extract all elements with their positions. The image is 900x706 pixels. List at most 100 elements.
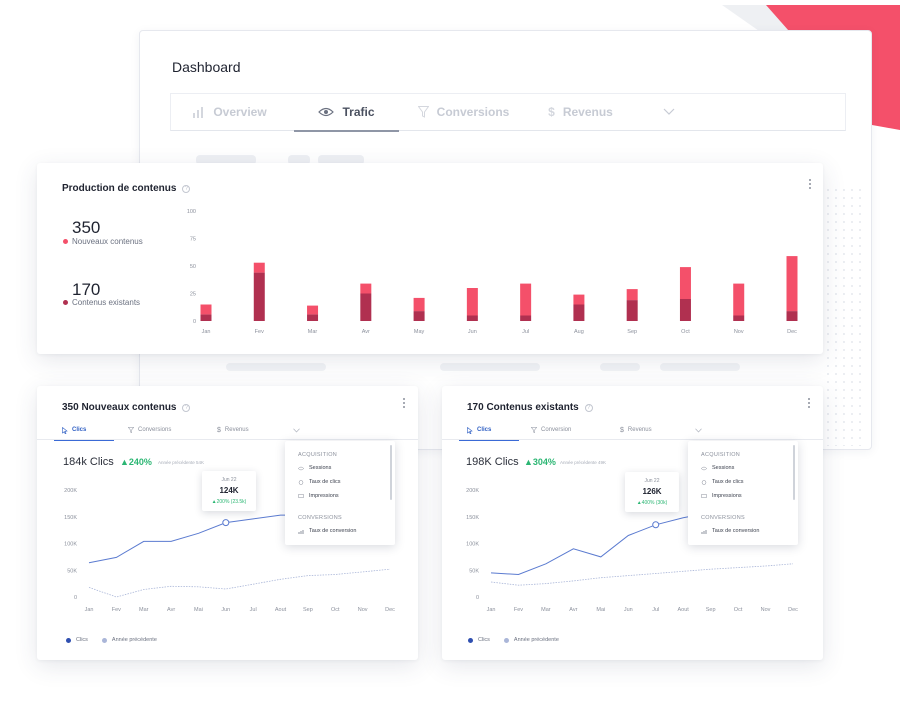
y-tick-label: 50 — [190, 264, 196, 270]
x-tick-label: Nov — [734, 329, 744, 335]
dropdown-scrollbar[interactable] — [390, 445, 392, 500]
bar-chart-icon — [193, 106, 204, 118]
stage: Dashboard Overview Trafic Conversions $ … — [0, 0, 900, 706]
y-tick-label: 100K — [64, 542, 77, 548]
placeholder-bar — [226, 363, 326, 371]
bar-segment — [520, 315, 532, 321]
dropdown-scrollbar[interactable] — [793, 445, 795, 500]
dropdown-item-label: Taux de clics — [712, 479, 744, 485]
bar-segment — [733, 315, 745, 321]
tab-trafic[interactable]: Trafic — [288, 94, 405, 132]
tabs-more-button[interactable] — [639, 94, 699, 130]
legend-item[interactable]: Année précédente — [101, 637, 157, 643]
tooltip-date: Jun 22 — [221, 477, 237, 483]
tooltip-value: 126K — [642, 487, 662, 496]
x-tick-label: Fev — [514, 607, 523, 613]
x-tick-label: Sep — [303, 607, 313, 613]
bar-segment — [466, 288, 478, 316]
tab-revenus[interactable]: $ Revenus — [522, 94, 639, 130]
x-tick-label: Dec — [788, 607, 798, 613]
dropdown-item-taux-de-conversion[interactable]: Taux de conversion — [701, 528, 759, 534]
production-bar-chart: 0 25 50 75 100 Jan Fev Mar Avr May Jun Jul Aug Sep Oct… — [187, 209, 798, 335]
x-tick-label: Jul — [250, 607, 257, 613]
y-tick-label: 100K — [466, 542, 479, 548]
dropdown-item-taux-de-conversion[interactable]: Taux de conversion — [298, 528, 356, 534]
tooltip-delta: ▲200% (23.5k) — [211, 499, 247, 505]
series-line-previous-year — [490, 563, 794, 586]
x-tick-label: Jun — [221, 607, 230, 613]
y-tick-label: 100 — [187, 209, 196, 215]
x-tick-label: Nov — [358, 607, 368, 613]
x-tick-label: Aout — [275, 607, 287, 613]
dropdown-item-label: Sessions — [309, 465, 332, 471]
placeholder-bar — [600, 363, 640, 371]
dropdown-item-taux-de-clics[interactable]: Taux de clics — [298, 479, 341, 485]
tab-label: Revenus — [562, 105, 613, 119]
dropdown-item-label: Taux de conversion — [309, 528, 357, 534]
metric-dropdown: ACQUISITION Sessions Taux de clics Impre… — [688, 441, 798, 545]
x-tick-label: Oct — [734, 607, 743, 613]
x-tick-label: Sep — [627, 329, 637, 335]
legend-item[interactable]: Clics — [468, 637, 490, 643]
bar-segment — [466, 315, 478, 321]
bar-chart-icon — [298, 529, 304, 534]
y-tick-label: 0 — [74, 595, 77, 601]
y-tick-label: 25 — [190, 292, 196, 298]
decorative-dot-grid — [824, 186, 864, 446]
bar-segment — [520, 283, 532, 316]
x-tick-label: Dec — [385, 607, 395, 613]
tab-conversions[interactable]: Conversions — [405, 94, 522, 130]
dropdown-item-impressions[interactable]: Impressions — [298, 493, 339, 499]
monitor-icon — [298, 493, 304, 498]
dropdown-item-label: Taux de clics — [309, 479, 341, 485]
series-line-previous-year — [88, 568, 391, 598]
placeholder-bar — [440, 363, 540, 371]
dropdown-heading: CONVERSIONS — [298, 515, 342, 521]
x-tick-label: Fev — [112, 607, 121, 613]
target-icon — [298, 479, 304, 485]
dropdown-item-sessions[interactable]: Sessions — [701, 465, 734, 471]
y-tick-label: 0 — [476, 595, 479, 601]
bar-segment — [413, 311, 425, 321]
x-tick-label: Jan — [202, 329, 211, 335]
chart-tooltip: Jun 22 126K ▲400% (30k) — [625, 472, 679, 512]
main-tabs: Overview Trafic Conversions $ Revenus — [170, 93, 846, 132]
tooltip-delta: ▲400% (30k) — [636, 500, 668, 506]
dropdown-heading: ACQUISITION — [298, 452, 338, 458]
tab-overview[interactable]: Overview — [171, 94, 288, 130]
chevron-down-icon — [663, 108, 675, 115]
x-tick-label: May — [414, 329, 425, 335]
x-tick-label: Oct — [331, 607, 340, 613]
dropdown-item-label: Taux de conversion — [712, 528, 760, 534]
legend-dot — [468, 637, 473, 643]
new-content-card: 350 Nouveaux contenus ? Clics Conversion… — [37, 386, 418, 660]
chart-legend: Clics Année précédente — [66, 637, 157, 643]
placeholder-bar — [660, 363, 740, 371]
tab-label: Overview — [213, 105, 267, 119]
y-tick-label: 150K — [64, 515, 77, 521]
bar-segment — [626, 300, 638, 321]
bar-segment — [733, 283, 745, 316]
bar-segment — [360, 293, 372, 321]
bar-segment — [626, 289, 638, 301]
legend-label: Clics — [478, 637, 490, 643]
legend-item[interactable]: Année précédente — [503, 637, 559, 643]
dropdown-item-taux-de-clics[interactable]: Taux de clics — [701, 479, 744, 485]
tooltip-value: 124K — [219, 486, 239, 495]
dropdown-item-sessions[interactable]: Sessions — [298, 465, 331, 471]
eye-icon — [298, 466, 304, 470]
x-tick-label: Jun — [468, 329, 477, 335]
dropdown-item-label: Impressions — [309, 493, 339, 499]
tab-label: Conversions — [436, 105, 510, 119]
x-tick-label: Aout — [678, 607, 690, 613]
legend-label: Année précédente — [111, 637, 157, 643]
dropdown-item-impressions[interactable]: Impressions — [701, 493, 742, 499]
x-tick-label: Nov — [761, 607, 771, 613]
page-title: Dashboard — [172, 59, 241, 75]
x-tick-label: Jan — [85, 607, 94, 613]
x-tick-label: Mar — [139, 607, 149, 613]
legend-label: Année précédente — [513, 637, 559, 643]
target-icon — [701, 479, 707, 485]
legend-item[interactable]: Clics — [66, 637, 88, 643]
y-tick-label: 0 — [193, 319, 196, 325]
